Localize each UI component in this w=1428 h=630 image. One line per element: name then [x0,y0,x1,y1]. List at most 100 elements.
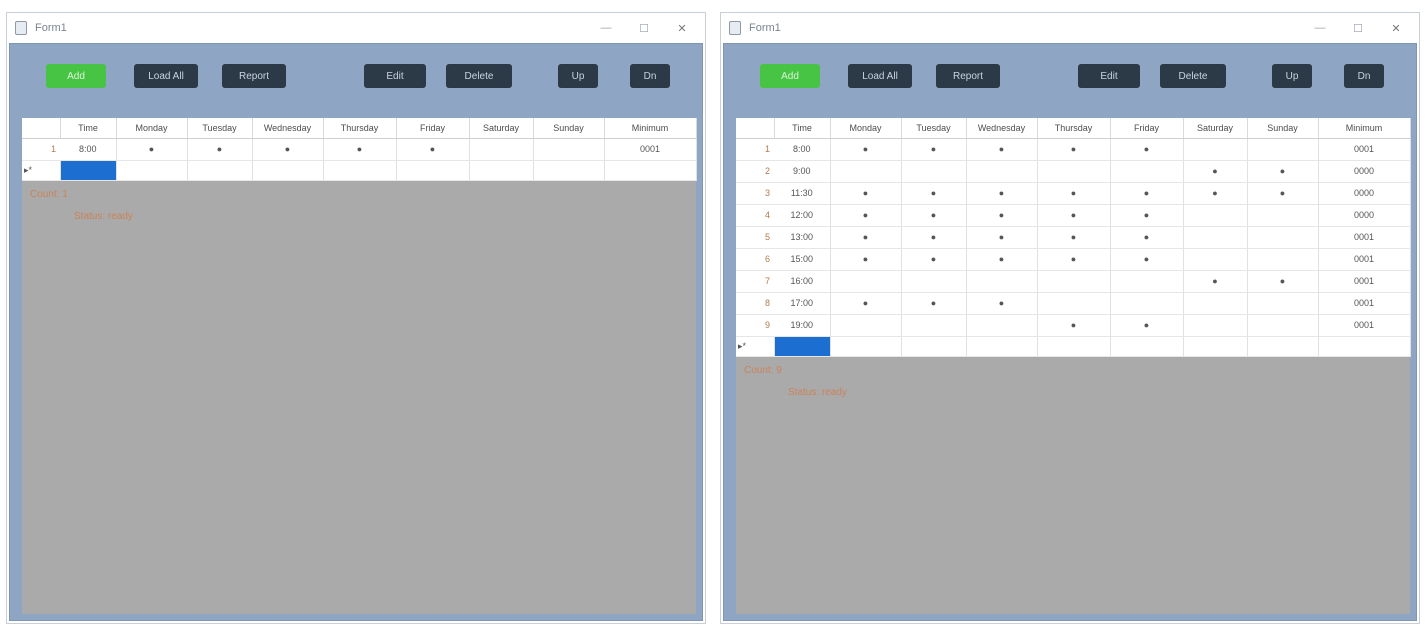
grid-cell[interactable] [1247,292,1319,315]
grid-cell[interactable]: ● [966,138,1038,161]
close-icon[interactable]: ✕ [1377,13,1415,43]
load-button[interactable]: Load All [134,64,198,88]
grid-cell[interactable]: ● [1183,270,1248,293]
maximize-icon[interactable]: ☐ [1339,13,1377,43]
grid-cell[interactable] [116,160,188,181]
delete-button[interactable]: Delete [446,64,512,88]
grid-cell[interactable]: ● [901,292,967,315]
grid-cell[interactable] [966,270,1038,293]
grid-cell[interactable] [469,160,534,181]
grid-cell[interactable]: 0000 [1318,204,1411,227]
column-header[interactable]: Tuesday [187,118,253,139]
grid-cell[interactable] [1110,292,1184,315]
column-header[interactable]: Time [60,118,117,139]
table-row[interactable]: 7 16:00 ● ● 0001 [736,270,1411,293]
column-header[interactable]: Time [774,118,831,139]
grid-cell[interactable]: 8:00 [774,138,831,161]
add-button[interactable]: Add [46,64,106,88]
grid-cell[interactable]: ● [966,226,1038,249]
table-row[interactable]: 6 15:00 ● ● ● ● ● 0001 [736,248,1411,271]
grid-cell[interactable] [323,160,397,181]
title-bar[interactable]: Form1 — ☐ ✕ [721,13,1419,43]
grid-cell[interactable]: 8:00 [60,138,117,161]
grid-cell[interactable] [1183,248,1248,271]
grid-cell[interactable]: ● [323,138,397,161]
grid-cell[interactable]: 13:00 [774,226,831,249]
grid-cell[interactable]: 0001 [1318,226,1411,249]
table-row[interactable]: 8 17:00 ● ● ● 0001 [736,292,1411,315]
grid-cell[interactable]: ● [396,138,470,161]
grid-cell[interactable] [1183,336,1248,357]
grid-cell[interactable] [1318,336,1411,357]
grid-cell[interactable] [1247,138,1319,161]
grid-cell[interactable]: ● [1037,182,1111,205]
grid-cell[interactable] [1183,314,1248,337]
grid-cell[interactable] [1037,270,1111,293]
grid-cell[interactable]: 0001 [1318,270,1411,293]
grid-cell[interactable]: ● [1247,270,1319,293]
table-row[interactable]: 3 11:30 ● ● ● ● ● ● ● 0000 [736,182,1411,205]
grid-cell[interactable]: ● [901,226,967,249]
report-button[interactable]: Report [222,64,286,88]
table-row[interactable]: 1 8:00 ● ● ● ● ● 0001 [736,138,1411,161]
grid-cell[interactable] [1247,226,1319,249]
grid-cell[interactable]: ● [116,138,188,161]
grid-cell[interactable]: ● [830,226,902,249]
column-header[interactable]: Wednesday [252,118,324,139]
grid-cell[interactable]: 9:00 [774,160,831,183]
grid-cell[interactable] [187,160,253,181]
grid-cell[interactable]: 0001 [1318,292,1411,315]
down-button[interactable]: Dn [630,64,670,88]
grid-cell[interactable]: ● [1110,204,1184,227]
column-header[interactable]: Thursday [323,118,397,139]
grid-cell[interactable] [533,138,605,161]
grid-cell[interactable] [1183,292,1248,315]
grid-cell[interactable] [901,314,967,337]
column-header[interactable]: Wednesday [966,118,1038,139]
grid-cell[interactable]: ● [1037,204,1111,227]
grid-cell[interactable]: ● [901,204,967,227]
grid-cell[interactable]: ● [1247,182,1319,205]
grid-cell[interactable]: 0001 [1318,138,1411,161]
grid-cell[interactable]: 0001 [604,138,697,161]
new-row[interactable]: ▸* [22,160,697,181]
grid-cell[interactable] [1183,226,1248,249]
grid-cell[interactable]: ● [966,292,1038,315]
grid-cell[interactable] [1037,160,1111,183]
close-icon[interactable]: ✕ [663,13,701,43]
grid-cell[interactable]: 17:00 [774,292,831,315]
grid-cell[interactable]: ● [1247,160,1319,183]
grid-cell[interactable]: ● [901,248,967,271]
grid-cell[interactable]: ● [1037,314,1111,337]
column-header[interactable]: Tuesday [901,118,967,139]
new-row[interactable]: ▸* [736,336,1411,357]
grid-cell[interactable] [1183,204,1248,227]
grid-cell[interactable]: ● [966,204,1038,227]
grid-cell[interactable] [830,314,902,337]
table-row[interactable]: 5 13:00 ● ● ● ● ● 0001 [736,226,1411,249]
grid-cell[interactable] [1110,336,1184,357]
grid-cell[interactable]: ● [1183,182,1248,205]
table-row[interactable]: 4 12:00 ● ● ● ● ● 0000 [736,204,1411,227]
grid-cell[interactable] [1247,204,1319,227]
edit-button[interactable]: Edit [1078,64,1140,88]
grid-cell[interactable]: 19:00 [774,314,831,337]
grid-cell[interactable]: 15:00 [774,248,831,271]
grid-cell[interactable] [1183,138,1248,161]
grid-cell[interactable]: ● [830,204,902,227]
grid-cell[interactable] [1037,292,1111,315]
add-button[interactable]: Add [760,64,820,88]
grid-cell[interactable] [252,160,324,181]
grid-cell[interactable] [1247,248,1319,271]
grid-cell[interactable]: 0000 [1318,160,1411,183]
grid-cell[interactable]: ● [1110,314,1184,337]
up-button[interactable]: Up [558,64,598,88]
column-header[interactable]: Minimum [1318,118,1411,139]
table-row[interactable]: 9 19:00 ● ● 0001 [736,314,1411,337]
grid-cell[interactable]: 16:00 [774,270,831,293]
grid-cell[interactable] [1037,336,1111,357]
grid-cell[interactable] [469,138,534,161]
column-header[interactable]: Minimum [604,118,697,139]
minimize-icon[interactable]: — [1301,13,1339,43]
data-grid[interactable]: Time Monday Tuesday Wednesday Thursday Friday… [736,118,1411,357]
